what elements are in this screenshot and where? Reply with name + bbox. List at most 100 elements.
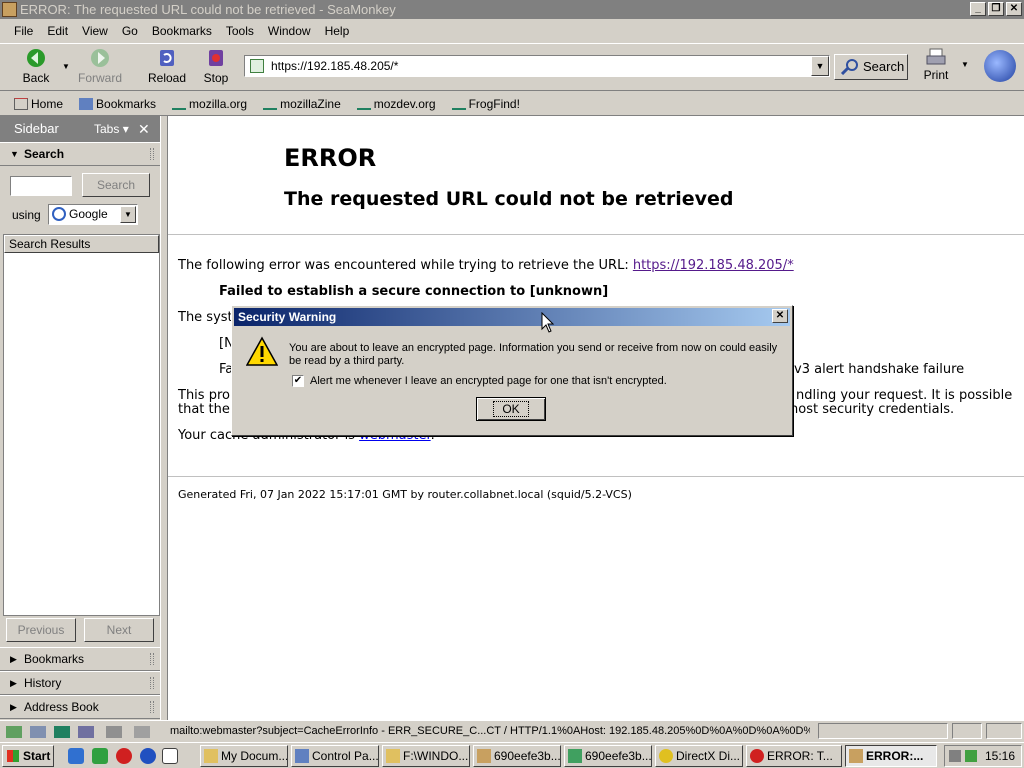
sidebar-close-icon[interactable]: ✕ — [138, 116, 150, 142]
bookmark-bookmarks[interactable]: Bookmarks — [79, 97, 164, 111]
start-button[interactable]: Start — [2, 745, 54, 767]
divider — [168, 234, 1024, 235]
task-error-opera[interactable]: ERROR: T... — [746, 745, 842, 767]
bookmark-mozdev[interactable]: mozdev.org — [356, 97, 444, 111]
footer-divider — [168, 476, 1024, 477]
search-results-list[interactable] — [3, 234, 160, 616]
security-lock-icon[interactable] — [986, 723, 1022, 739]
sidebar-panel-bookmarks[interactable]: ▶ Bookmarks — [0, 647, 160, 671]
proxy-text-right-2: host security credentials. — [790, 402, 955, 417]
bookmark-mozilla[interactable]: mozilla.org — [172, 97, 255, 111]
url-history-dropdown[interactable]: ▼ — [811, 56, 829, 76]
status-text: mailto:webmaster?subject=CacheErrorInfo … — [170, 725, 810, 737]
grip-icon — [150, 148, 154, 160]
seamonkey-quicklaunch-icon[interactable] — [140, 748, 156, 764]
ok-button[interactable]: OK — [476, 397, 546, 421]
menu-file[interactable]: File — [14, 24, 33, 38]
search-engine-select[interactable]: Google ▼ — [48, 204, 138, 225]
sidebar-panel-history[interactable]: ▶ History — [0, 671, 160, 695]
url-field[interactable]: https://192.185.48.205/* — [244, 55, 830, 77]
folder-icon — [386, 749, 400, 763]
menu-tools[interactable]: Tools — [226, 24, 254, 38]
volume-tray-icon[interactable] — [965, 750, 977, 762]
printer-icon — [926, 48, 946, 65]
grip-icon — [150, 701, 154, 713]
window-quicklaunch-icon[interactable] — [162, 748, 178, 764]
warning-icon — [246, 336, 278, 366]
error-url-line: The following error was encountered whil… — [178, 258, 794, 273]
previous-button[interactable]: Previous — [6, 618, 76, 642]
reload-button[interactable]: Reload — [145, 47, 189, 85]
forward-button[interactable]: Forward — [78, 47, 122, 85]
dialog-message: You are about to leave an encrypted page… — [289, 342, 778, 367]
menu-bar: File Edit View Go Bookmarks Tools Window… — [0, 20, 1024, 42]
dialog-close-button[interactable]: ✕ — [772, 309, 788, 323]
bookmarks-icon — [79, 97, 94, 110]
opera-quicklaunch-icon[interactable] — [116, 748, 132, 764]
windows-logo-icon — [7, 750, 19, 762]
sidebar-tabs-menu[interactable]: Tabs ▾ — [94, 116, 129, 142]
alert-checkbox[interactable]: ✔ — [292, 375, 304, 387]
folder-icon — [204, 749, 218, 763]
task-directx[interactable]: DirectX Di... — [655, 745, 743, 767]
alert-checkbox-row[interactable]: ✔ Alert me whenever I leave an encrypted… — [292, 375, 667, 387]
menu-help[interactable]: Help — [325, 24, 350, 38]
bookmark-icon — [172, 98, 187, 110]
sidebar-splitter[interactable] — [160, 116, 168, 720]
sidebar-panel-address-book[interactable]: ▶ Address Book — [0, 695, 160, 719]
task-error-seamonkey[interactable]: ERROR:... — [845, 745, 937, 767]
sidebar-panel-search[interactable]: ▼ Search — [0, 142, 160, 166]
back-arrow-icon — [27, 49, 45, 67]
bookmark-mozillazine[interactable]: mozillaZine — [263, 97, 349, 111]
image-icon — [477, 749, 491, 763]
seamonkey-app-icon — [2, 2, 17, 17]
toolbar-search-button[interactable]: Search — [834, 54, 908, 80]
seamonkey-throbber-icon[interactable] — [984, 50, 1016, 82]
failed-message: Failed to establish a secure connection … — [219, 284, 609, 299]
task-my-documents[interactable]: My Docum... — [200, 745, 288, 767]
print-dropdown-icon[interactable]: ▼ — [961, 60, 969, 69]
system-message: The syst — [178, 310, 233, 325]
generated-footer: Generated Fri, 07 Jan 2022 15:17:01 GMT … — [178, 488, 632, 501]
error-subheading: The requested URL could not be retrieved — [284, 188, 734, 210]
print-button[interactable]: Print — [918, 48, 954, 82]
minimize-button[interactable]: _ — [970, 2, 986, 16]
collapsed-triangle-icon: ▶ — [10, 678, 17, 688]
menu-bookmarks[interactable]: Bookmarks — [152, 24, 212, 38]
bookmark-frogfind[interactable]: FrogFind! — [451, 97, 528, 111]
stop-button[interactable]: Stop — [194, 47, 238, 85]
online-indicator-icon[interactable] — [952, 723, 982, 739]
network-tray-icon[interactable] — [949, 750, 961, 762]
home-icon — [14, 97, 28, 110]
task-control-panel[interactable]: Control Pa... — [291, 745, 379, 767]
clock[interactable]: 15:16 — [985, 749, 1015, 763]
menu-go[interactable]: Go — [122, 24, 138, 38]
page-icon — [250, 59, 264, 73]
next-button[interactable]: Next — [84, 618, 154, 642]
dialog-title: Security Warning — [238, 310, 337, 324]
bookmark-icon — [356, 98, 371, 110]
sidebar-search-input[interactable] — [10, 176, 72, 196]
sidebar-search-button[interactable]: Search — [82, 173, 150, 197]
maximize-button[interactable]: ❐ — [988, 2, 1004, 16]
bookmark-icon — [451, 98, 466, 110]
menu-window[interactable]: Window — [268, 24, 311, 38]
component-bar-icons[interactable] — [6, 724, 156, 740]
back-button[interactable]: Back — [14, 47, 58, 85]
bookmark-icon — [263, 98, 278, 110]
desktop-quicklaunch-icon[interactable] — [92, 748, 108, 764]
search-results-header[interactable]: Search Results — [4, 235, 159, 253]
menu-view[interactable]: View — [82, 24, 108, 38]
menu-edit[interactable]: Edit — [47, 24, 68, 38]
close-window-button[interactable]: ✕ — [1006, 2, 1022, 16]
security-warning-dialog: Security Warning ✕ You are about to leav… — [231, 305, 793, 436]
error-url-link[interactable]: https://192.185.48.205/* — [633, 258, 794, 273]
ie-quicklaunch-icon[interactable] — [68, 748, 84, 764]
back-dropdown-icon[interactable]: ▼ — [62, 62, 70, 71]
grip-icon — [150, 653, 154, 665]
task-image-2[interactable]: 690eefe3b... — [564, 745, 652, 767]
bookmark-home[interactable]: Home — [14, 97, 71, 111]
task-image-1[interactable]: 690eefe3b... — [473, 745, 561, 767]
task-windows-folder[interactable]: F:\WINDO... — [382, 745, 470, 767]
grip-icon — [150, 677, 154, 689]
